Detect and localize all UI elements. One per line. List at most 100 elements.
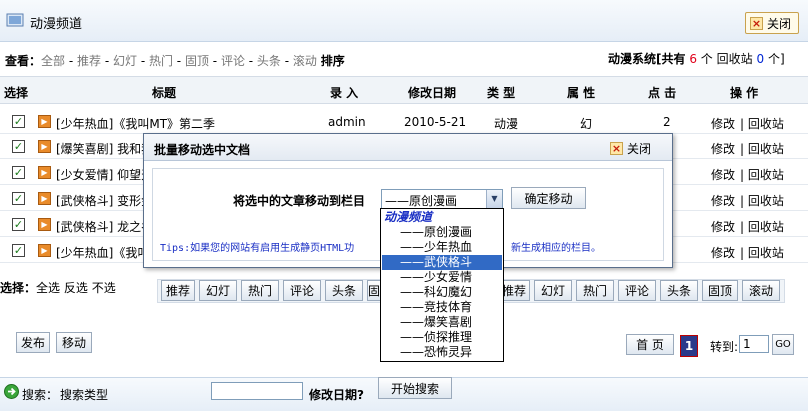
edit-link[interactable]: 修改 <box>711 218 735 235</box>
row-checkbox[interactable]: ✓ <box>12 192 25 205</box>
col-select: 选择 <box>4 86 29 100</box>
recycle-row-link[interactable]: 回收站 <box>748 220 784 234</box>
row-title[interactable]: [少女爱情] 仰望天 <box>56 166 153 183</box>
comment-button[interactable]: 评论 <box>283 280 321 301</box>
doc-arrow-icon: ▶ <box>38 218 51 231</box>
total-count: 6 <box>689 52 697 66</box>
doc-arrow-icon: ▶ <box>38 166 51 179</box>
filter-scroll[interactable]: 滚动 <box>293 54 317 68</box>
move-button[interactable]: 移动 <box>56 332 92 353</box>
first-page-button[interactable]: 首 页 <box>626 334 674 355</box>
col-type: 类 型 <box>487 86 516 100</box>
row-checkbox[interactable]: ✓ <box>12 140 25 153</box>
row-title[interactable]: [少年热血]《我叫 <box>56 244 149 261</box>
filter-label: 查看： <box>5 54 42 68</box>
dialog-title: 批量移动选中文档 <box>154 143 251 157</box>
comment-button-2[interactable]: 评论 <box>618 280 656 301</box>
row-clicks: 2 <box>663 115 671 129</box>
filter-top[interactable]: 固顶 <box>185 54 209 68</box>
dialog-close-button[interactable]: × 关闭 <box>610 140 651 157</box>
go-button[interactable]: GO <box>772 334 794 355</box>
doc-arrow-icon: ▶ <box>38 115 51 128</box>
filter-recommend[interactable]: 推荐 <box>77 54 101 68</box>
go-arrow-icon <box>4 384 19 399</box>
sort-link[interactable]: 排序 <box>321 54 345 68</box>
search-label: 搜索： <box>22 388 59 402</box>
row-checkbox[interactable]: ✓ <box>12 166 25 179</box>
recycle-row-link[interactable]: 回收站 <box>748 246 784 260</box>
dropdown-option-highlighted[interactable]: ——武侠格斗 <box>382 255 502 270</box>
row-title[interactable]: [武侠格斗] 龙之谷 <box>56 218 153 235</box>
goto-page-input[interactable]: 1 <box>739 335 769 353</box>
goto-label: 转到: <box>710 340 739 354</box>
dropdown-option[interactable]: ——少女爱情 <box>382 270 502 285</box>
total-unit: 个 <box>700 52 713 66</box>
dropdown-option[interactable]: ——竞技体育 <box>382 300 502 315</box>
dropdown-option[interactable]: ——原创漫画 <box>382 225 502 240</box>
recycle-count: 0 <box>756 52 765 66</box>
hot-button[interactable]: 热门 <box>241 280 279 301</box>
recycle-unit: 个] <box>767 52 785 66</box>
option-group-label: 动漫频道 <box>384 210 433 224</box>
target-column-select[interactable]: ——原创漫画 ▼ <box>381 189 503 209</box>
filter-headline[interactable]: 头条 <box>257 54 281 68</box>
close-icon: × <box>750 16 763 30</box>
recycle-row-link[interactable]: 回收站 <box>748 194 784 208</box>
row-date: 2010-5-21 <box>404 115 467 129</box>
recycle-row-link[interactable]: 回收站 <box>748 168 784 182</box>
filter-comment[interactable]: 评论 <box>221 54 245 68</box>
pin-top-button[interactable]: 固顶 <box>702 280 738 301</box>
close-button[interactable]: × 关闭 <box>745 12 799 34</box>
doc-arrow-icon: ▶ <box>38 244 51 257</box>
edit-link[interactable]: 修改 <box>711 140 735 157</box>
hot-button-2[interactable]: 热门 <box>576 280 614 301</box>
scroll-button[interactable]: 滚动 <box>742 280 780 301</box>
row-title[interactable]: [爆笑喜剧] 我和我 <box>56 140 153 157</box>
selected-column: ——原创漫画 <box>385 194 458 208</box>
row-checkbox[interactable]: ✓ <box>12 218 25 231</box>
edit-link[interactable]: 修改 <box>711 166 735 183</box>
col-title: 标题 <box>152 86 177 100</box>
dropdown-option[interactable]: ——科幻魔幻 <box>382 285 502 300</box>
filter-hot[interactable]: 热门 <box>149 54 173 68</box>
row-type: 动漫 <box>494 117 519 131</box>
doc-arrow-icon: ▶ <box>38 140 51 153</box>
filter-all[interactable]: 全部 <box>41 54 65 68</box>
table-header: 选择 标题 录 入 修改日期 类 型 属 性 点 击 操 作 <box>0 76 808 104</box>
filter-bar: 查看：全部 - 推荐 - 幻灯 - 热门 - 固顶 - 评论 - 头条 - 滚动… <box>5 54 345 68</box>
publish-button[interactable]: 发布 <box>16 332 50 353</box>
headline-button[interactable]: 头条 <box>325 280 363 301</box>
edit-link[interactable]: 修改 <box>711 192 735 209</box>
headline-button-2[interactable]: 头条 <box>660 280 698 301</box>
col-clicks: 点 击 <box>648 86 677 100</box>
edit-link[interactable]: 修改 <box>711 115 735 132</box>
row-attr: 幻 <box>580 117 593 131</box>
move-prompt: 将选中的文章移动到栏目 <box>233 194 366 208</box>
row-checkbox[interactable]: ✓ <box>12 115 25 128</box>
row-checkbox[interactable]: ✓ <box>12 244 25 257</box>
invert-link[interactable]: 反选 <box>64 281 88 295</box>
dropdown-option[interactable]: ——侦探推理 <box>382 330 502 345</box>
confirm-move-button[interactable]: 确定移动 <box>511 187 586 209</box>
row-title[interactable]: [武侠格斗] 变形金 <box>56 192 153 209</box>
dropdown-option[interactable]: ——爆笑喜剧 <box>382 315 502 330</box>
recommend-button[interactable]: 推荐 <box>161 280 195 301</box>
start-search-button[interactable]: 开始搜索 <box>378 377 452 399</box>
recycle-row-link[interactable]: 回收站 <box>748 142 784 156</box>
slide-button[interactable]: 幻灯 <box>199 280 237 301</box>
dropdown-option[interactable]: ——恐怖灵异 <box>382 345 502 360</box>
recycle-row-link[interactable]: 回收站 <box>748 117 784 131</box>
top-button-partial[interactable]: 固 <box>367 280 381 301</box>
dropdown-option[interactable]: ——少年热血 <box>382 240 502 255</box>
slide-button-2[interactable]: 幻灯 <box>534 280 572 301</box>
row-title[interactable]: [少年热血]《我叫MT》第二季 <box>56 115 215 132</box>
selection-controls: 选择：全选 反选 不选 <box>0 279 116 296</box>
edit-link[interactable]: 修改 <box>711 244 735 261</box>
search-input[interactable] <box>211 382 303 400</box>
tips-text: Tips:如果您的网站有启用生成静页HTML功 <box>160 243 355 254</box>
filter-slide[interactable]: 幻灯 <box>113 54 137 68</box>
recycle-link[interactable]: 回收站 <box>717 52 753 66</box>
select-none-link[interactable]: 不选 <box>92 281 116 295</box>
page-title: 动漫频道 <box>30 17 83 32</box>
select-all-link[interactable]: 全选 <box>36 281 60 295</box>
